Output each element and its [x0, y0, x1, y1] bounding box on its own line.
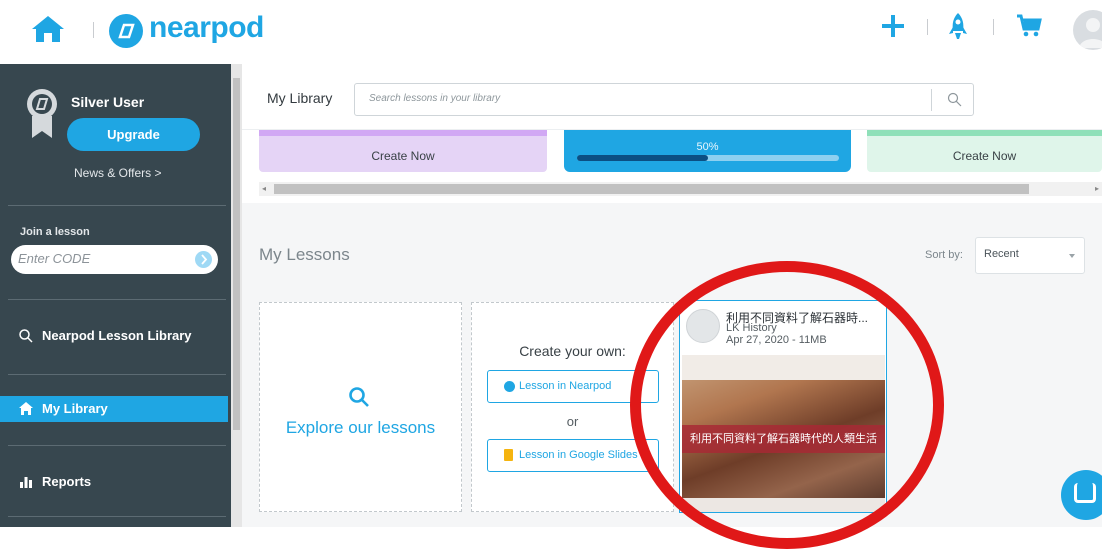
search-icon	[349, 387, 369, 407]
scrollbar-thumb[interactable]	[274, 184, 1029, 194]
page-title: My Library	[267, 90, 333, 106]
progress-fill	[577, 155, 708, 161]
sidebar-item-lesson-library[interactable]: Nearpod Lesson Library	[0, 323, 228, 349]
divider	[8, 516, 226, 517]
explore-lessons-tile[interactable]: Explore our lessons	[259, 302, 462, 512]
scroll-right-icon[interactable]: ▸	[1095, 184, 1099, 193]
create-now-button[interactable]: Create Now	[867, 149, 1102, 163]
progress-card[interactable]: 50%	[564, 130, 851, 172]
upgrade-button[interactable]: Upgrade	[67, 118, 200, 151]
sidebar-item-label: Nearpod Lesson Library	[42, 328, 192, 343]
create-card-green[interactable]: Create Now	[867, 130, 1102, 172]
section-title: My Lessons	[259, 245, 350, 264]
chevron-down-icon	[1069, 254, 1075, 258]
lesson-in-google-slides-button[interactable]: Lesson in Google Slides	[487, 439, 659, 472]
create-card-purple[interactable]: Create Now	[259, 130, 547, 172]
sidebar-item-my-library[interactable]: My Library	[0, 396, 228, 422]
google-slides-icon	[504, 449, 513, 461]
cart-icon[interactable]	[1016, 14, 1042, 38]
button-label: Lesson in Nearpod	[519, 380, 612, 392]
home-icon[interactable]	[30, 14, 66, 44]
search-icon[interactable]	[947, 92, 962, 107]
divider	[993, 19, 994, 35]
sort-value: Recent	[984, 248, 1019, 260]
nearpod-logo-icon[interactable]	[109, 14, 143, 48]
highlight-ring	[630, 261, 944, 549]
join-code-input[interactable]: Enter CODE	[11, 245, 218, 274]
sidebar-item-label: My Library	[42, 401, 108, 416]
chat-icon	[1074, 483, 1096, 503]
divider	[93, 22, 94, 38]
divider	[8, 445, 226, 446]
scroll-left-icon[interactable]: ◂	[262, 184, 266, 193]
sidebar: Silver User Upgrade News & Offers > Join…	[0, 64, 231, 527]
silver-medal-icon	[27, 89, 57, 138]
progress-percent: 50%	[696, 141, 719, 153]
news-offers-link[interactable]: News & Offers >	[74, 166, 161, 180]
join-code-placeholder: Enter CODE	[18, 251, 91, 266]
plus-icon[interactable]	[881, 14, 905, 38]
join-go-icon[interactable]	[195, 251, 212, 268]
create-now-button[interactable]: Create Now	[259, 149, 547, 163]
library-search-input[interactable]: Search lessons in your library	[354, 83, 974, 116]
nearpod-logo-text[interactable]: nearpod	[149, 11, 264, 45]
sidebar-item-label: Reports	[42, 474, 92, 489]
rocket-icon[interactable]	[946, 12, 970, 40]
user-avatar[interactable]	[1073, 10, 1102, 50]
divider	[8, 374, 226, 375]
divider	[931, 89, 932, 111]
explore-lessons-label[interactable]: Explore our lessons	[260, 418, 461, 438]
bar-chart-icon	[20, 477, 32, 488]
nearpod-icon	[504, 381, 515, 392]
search-placeholder: Search lessons in your library	[369, 93, 501, 104]
join-lesson-label: Join a lesson	[20, 226, 90, 238]
divider	[8, 299, 226, 300]
library-header: My Library Search lessons in your librar…	[242, 64, 1102, 130]
button-label: Lesson in Google Slides	[519, 449, 638, 461]
divider	[8, 205, 226, 206]
sort-label: Sort by:	[925, 249, 963, 261]
sidebar-item-reports[interactable]: Reports	[0, 469, 228, 495]
sidebar-scrollbar[interactable]	[231, 64, 242, 527]
home-icon	[19, 402, 33, 415]
scrollbar-thumb[interactable]	[233, 78, 240, 430]
search-icon	[19, 329, 33, 343]
divider	[927, 19, 928, 35]
progress-bar	[577, 155, 839, 161]
user-name: Silver User	[71, 94, 145, 110]
top-bar: nearpod	[0, 0, 1102, 64]
horizontal-scrollbar[interactable]: ◂ ▸	[259, 182, 1102, 196]
sort-select[interactable]: Recent	[975, 237, 1085, 274]
